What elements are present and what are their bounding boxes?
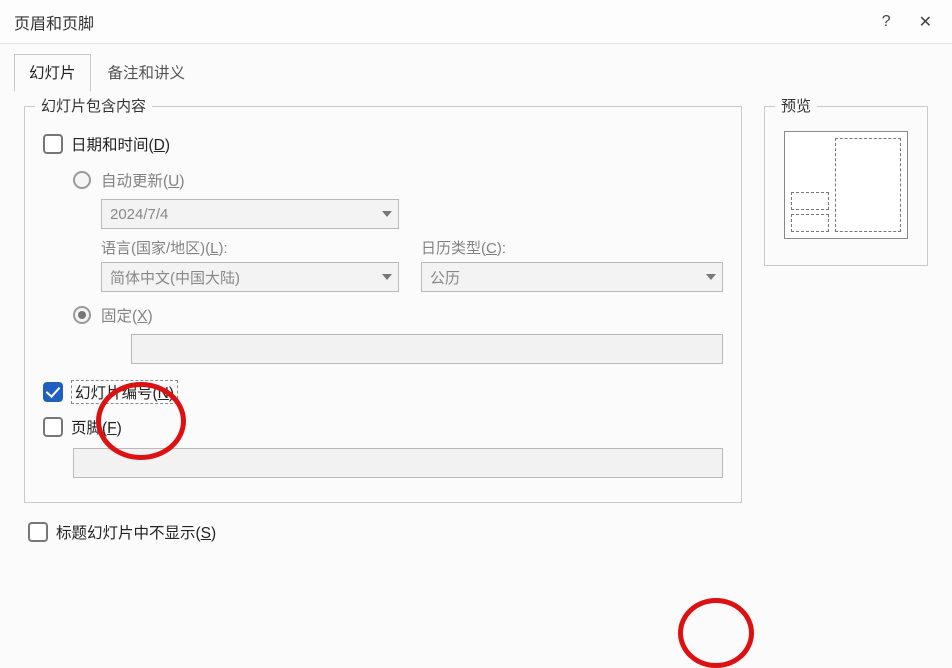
include-group: 幻灯片包含内容 日期和时间(D) 自动更新(U) 2024/7/4 语言(国家/…	[24, 106, 742, 503]
datetime-row: 日期和时间(D)	[43, 133, 723, 155]
hide-on-title-checkbox[interactable]	[28, 522, 48, 542]
calendar-value: 公历	[430, 267, 460, 288]
chevron-down-icon	[706, 274, 716, 280]
hide-on-title-label[interactable]: 标题幻灯片中不显示(S)	[56, 521, 216, 543]
slide-number-row: 幻灯片编号(N)	[43, 380, 723, 404]
language-value: 简体中文(中国大陆)	[110, 267, 240, 288]
date-format-value: 2024/7/4	[110, 206, 168, 223]
preview-group: 预览	[764, 106, 928, 266]
auto-update-radio[interactable]	[73, 171, 91, 189]
fixed-label[interactable]: 固定(X)	[101, 304, 153, 326]
calendar-select[interactable]: 公历	[421, 262, 723, 292]
auto-update-row: 自动更新(U)	[73, 169, 723, 191]
tab-slide[interactable]: 幻灯片	[14, 54, 91, 92]
content-area: 幻灯片包含内容 日期和时间(D) 自动更新(U) 2024/7/4 语言(国家/…	[0, 92, 952, 503]
slide-number-label[interactable]: 幻灯片编号(N)	[71, 380, 178, 404]
tab-notes-handouts[interactable]: 备注和讲义	[93, 54, 201, 92]
fixed-row: 固定(X)	[73, 304, 723, 326]
chevron-down-icon	[382, 211, 392, 217]
footer-input-row	[73, 448, 723, 478]
help-button[interactable]: ?	[882, 13, 891, 31]
titlebar: 页眉和页脚 ? ✕	[0, 0, 952, 44]
language-label: 语言(国家/地区)(L):	[101, 237, 399, 258]
preview-canvas	[784, 131, 908, 239]
chevron-down-icon	[382, 274, 392, 280]
calendar-label: 日历类型(C):	[421, 237, 723, 258]
fixed-text-input[interactable]	[131, 334, 723, 364]
auto-update-label[interactable]: 自动更新(U)	[101, 169, 185, 191]
include-group-legend: 幻灯片包含内容	[35, 95, 152, 116]
preview-small-placeholder-2	[791, 214, 829, 232]
datetime-label[interactable]: 日期和时间(D)	[71, 133, 170, 155]
annotation-circle-2	[678, 598, 754, 668]
fixed-input-row	[101, 334, 723, 364]
language-select[interactable]: 简体中文(中国大陆)	[101, 262, 399, 292]
hide-on-title-row: 标题幻灯片中不显示(S)	[0, 503, 952, 543]
close-button[interactable]: ✕	[919, 12, 932, 32]
date-field-row: 2024/7/4	[101, 199, 723, 229]
dialog-title: 页眉和页脚	[14, 10, 882, 34]
footer-checkbox[interactable]	[43, 417, 63, 437]
datetime-checkbox[interactable]	[43, 134, 63, 154]
titlebar-buttons: ? ✕	[882, 12, 932, 32]
slide-number-checkbox[interactable]	[43, 382, 63, 402]
preview-body-placeholder	[835, 138, 901, 232]
lang-cal-row: 语言(国家/地区)(L): 简体中文(中国大陆) 日历类型(C): 公历	[101, 237, 723, 292]
preview-legend: 预览	[775, 95, 817, 116]
footer-label[interactable]: 页脚(F)	[71, 416, 122, 438]
preview-small-placeholder-1	[791, 192, 829, 210]
fixed-radio[interactable]	[73, 306, 91, 324]
tab-strip: 幻灯片 备注和讲义	[0, 44, 952, 92]
footer-text-input[interactable]	[73, 448, 723, 478]
footer-row: 页脚(F)	[43, 416, 723, 438]
date-format-select[interactable]: 2024/7/4	[101, 199, 399, 229]
